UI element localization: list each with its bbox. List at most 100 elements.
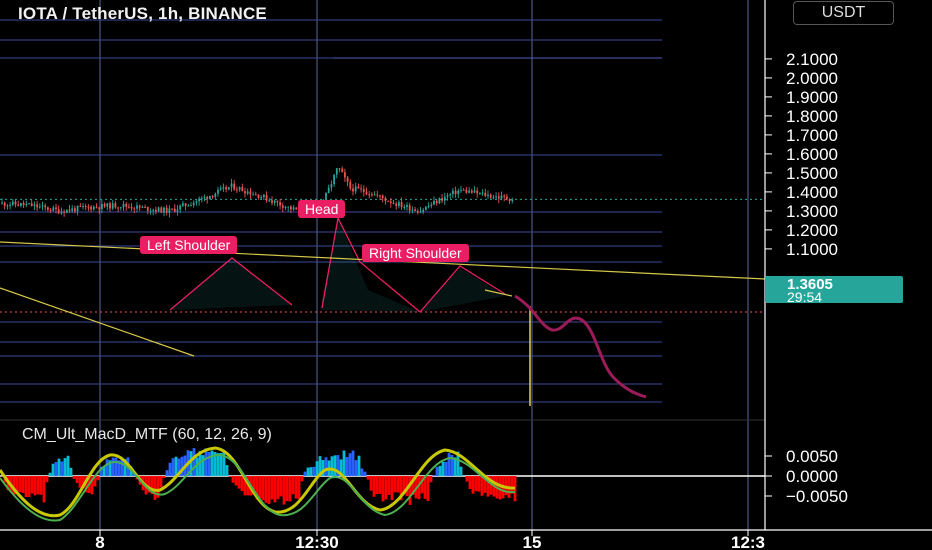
candle	[157, 207, 160, 212]
macd-bar	[51, 463, 55, 476]
candle	[511, 199, 514, 202]
macd-bar	[48, 472, 52, 476]
macd-bar	[435, 466, 439, 476]
candle	[373, 194, 376, 196]
macd-bar	[378, 476, 382, 494]
candle	[95, 206, 98, 208]
candle	[449, 194, 452, 196]
candle	[55, 207, 57, 210]
currency-button[interactable]: USDT	[793, 1, 894, 25]
candle	[263, 194, 265, 197]
macd-bar	[42, 476, 46, 503]
candle	[63, 211, 65, 213]
candle	[71, 208, 74, 211]
candle	[484, 192, 487, 196]
candle	[33, 204, 36, 207]
price-tick-label: 1.6000	[786, 145, 838, 164]
candle	[92, 206, 95, 210]
candle	[117, 207, 119, 209]
macd-bar	[267, 476, 271, 504]
price-tick-label: 1.3000	[786, 202, 838, 221]
candle	[365, 191, 368, 195]
candle	[330, 184, 333, 188]
macd-bar	[27, 476, 31, 498]
macd-bar	[33, 476, 37, 496]
macd-bar	[426, 476, 430, 502]
candle	[457, 190, 460, 195]
candle	[122, 203, 125, 208]
macd-bar	[231, 476, 235, 483]
candle	[492, 197, 495, 199]
candle	[168, 208, 171, 213]
candle	[422, 209, 425, 212]
macd-bar	[468, 476, 472, 490]
macd-bar	[24, 476, 28, 497]
candle	[6, 205, 9, 207]
macd-bar	[459, 466, 463, 476]
indicator-title: CM_Ult_MacD_MTF (60, 12, 26, 9)	[22, 426, 272, 443]
macd-bar	[270, 476, 274, 500]
candle	[190, 205, 192, 207]
macd-bar	[174, 456, 178, 476]
candle	[82, 205, 84, 207]
time-tick-label: 12:3	[731, 533, 765, 550]
macd-bar	[294, 476, 298, 499]
head-label: Head	[298, 200, 346, 218]
candle	[44, 205, 47, 208]
macd-bar	[258, 476, 262, 499]
macd-bar	[342, 450, 346, 476]
candle	[357, 186, 360, 189]
candle	[203, 196, 206, 198]
candle	[76, 205, 79, 212]
candle	[389, 201, 392, 204]
candle	[160, 207, 163, 213]
candle	[441, 198, 443, 201]
candle	[470, 190, 473, 193]
macd-bar	[471, 476, 475, 494]
time-tick-label: 15	[523, 533, 542, 550]
candle	[414, 209, 416, 211]
candle	[503, 195, 506, 197]
candle	[38, 206, 41, 208]
candle	[427, 205, 430, 207]
candle	[268, 200, 271, 202]
candle	[468, 190, 470, 193]
candle	[333, 174, 335, 185]
candle	[438, 198, 441, 204]
candle	[182, 203, 184, 206]
candle	[11, 201, 14, 205]
macd-bar	[171, 458, 175, 476]
macd-bar	[63, 458, 67, 476]
candle	[257, 194, 260, 198]
candle	[500, 195, 503, 199]
candle	[443, 196, 446, 201]
candle	[260, 196, 263, 198]
candle	[489, 194, 492, 198]
candle	[244, 191, 246, 194]
candle	[476, 190, 479, 194]
candle	[57, 209, 60, 214]
candle	[22, 203, 25, 206]
price-tick-label: 1.5000	[786, 164, 838, 183]
macd-bar	[204, 448, 208, 476]
candle	[149, 210, 152, 212]
candle	[460, 189, 462, 191]
candle	[171, 208, 173, 210]
candle	[398, 202, 400, 206]
candle	[284, 207, 287, 209]
macd-bar	[36, 476, 40, 495]
candle	[446, 195, 449, 197]
candle	[487, 194, 489, 196]
macd-bar	[384, 476, 388, 500]
candle	[41, 205, 44, 207]
candle	[387, 200, 389, 202]
candle	[416, 210, 419, 213]
macd-bar	[225, 465, 229, 476]
candle	[276, 200, 279, 203]
macd-bar	[276, 476, 280, 500]
candle	[419, 211, 422, 213]
candle	[265, 194, 268, 201]
candle-countdown: 29:54	[787, 289, 823, 305]
candle	[462, 189, 465, 191]
candle	[138, 205, 141, 208]
